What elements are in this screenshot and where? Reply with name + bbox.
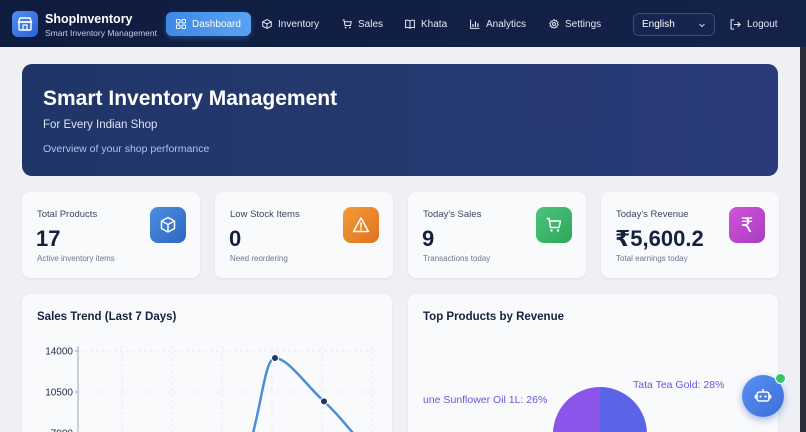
gear-icon	[549, 19, 559, 29]
brand-subtitle: Smart Inventory Management	[45, 28, 157, 38]
sales-trend-chart: 14000 10500 7000	[45, 346, 377, 432]
sales-trend-line	[252, 356, 354, 432]
top-navbar: ShopInventory Smart Inventory Management…	[0, 0, 806, 47]
stat-card-todays-sales: Today's Sales 9 Transactions today	[408, 192, 586, 278]
nav-label: Sales	[358, 18, 384, 30]
box-icon	[262, 19, 272, 29]
y-tick-label: 10500	[45, 388, 73, 399]
hero-subtitle: For Every Indian Shop	[43, 119, 158, 131]
stat-sub: Transactions today	[423, 254, 491, 263]
stat-sub: Active inventory items	[37, 254, 115, 263]
book-icon	[405, 19, 415, 29]
app-frame: ShopInventory Smart Inventory Management…	[0, 0, 806, 432]
stat-card-low-stock: Low Stock Items 0 Need reordering	[215, 192, 393, 278]
top-products-pie-chart: Tata Tea Gold: 28% une Sunflower Oil 1L: …	[423, 379, 724, 432]
warning-icon	[343, 207, 379, 243]
nav-label: Dashboard	[192, 18, 241, 30]
nav-label: Settings	[565, 18, 602, 30]
y-tick-label: 7000	[51, 429, 74, 432]
window-edge	[800, 47, 806, 432]
cart-icon	[342, 19, 352, 29]
rupee-icon: ₹	[729, 207, 765, 243]
nav-label: Inventory	[278, 18, 320, 30]
stat-value: 17	[36, 226, 61, 251]
stat-label: Today's Revenue	[616, 209, 689, 220]
sales-trend-panel: Sales Trend (Last 7 Days) 14000105007000	[22, 294, 392, 432]
top-products-panel: Top Products by Revenue Tata Tea Gold: 2…	[408, 294, 778, 432]
nav-item-settings[interactable]: Settings	[539, 12, 611, 36]
language-value: English	[642, 19, 675, 30]
stat-card-todays-revenue: Today's Revenue ₹5,600.2 Total earnings …	[601, 192, 779, 278]
hero-title: Smart Inventory Management	[43, 87, 338, 110]
stat-sub: Need reordering	[230, 254, 288, 263]
stat-sub: Total earnings today	[616, 254, 688, 263]
pie-slice	[553, 387, 600, 432]
chevron-down-icon	[699, 23, 705, 27]
hero-description: Overview of your shop performance	[43, 143, 210, 155]
stat-card-total-products: Total Products 17 Active inventory items	[22, 192, 200, 278]
logout-label: Logout	[747, 18, 778, 30]
hero-banner: Smart Inventory Management For Every Ind…	[22, 64, 778, 176]
stat-value: 9	[422, 226, 435, 251]
brand-name: ShopInventory	[45, 12, 133, 26]
stat-value: ₹5,600.2	[615, 226, 704, 251]
language-select[interactable]: English	[633, 13, 715, 36]
nav-label: Khata	[421, 18, 448, 30]
pie-slice	[600, 387, 647, 432]
store-icon[interactable]	[12, 11, 38, 37]
pie-label: une Sunflower Oil 1L: 26%	[423, 394, 547, 406]
grid-icon	[176, 19, 186, 29]
nav-item-dashboard[interactable]: Dashboard	[166, 12, 251, 36]
nav-item-khata[interactable]: Khata	[395, 12, 457, 36]
nav-item-inventory[interactable]: Inventory	[252, 12, 329, 36]
stat-label: Low Stock Items	[230, 209, 300, 220]
cube-icon	[150, 207, 186, 243]
cart-icon	[536, 207, 572, 243]
nav-label: Analytics	[486, 18, 527, 30]
online-status-badge	[775, 373, 786, 384]
logout-button[interactable]: Logout	[730, 12, 778, 36]
logout-icon	[730, 18, 741, 30]
pie-label: Tata Tea Gold: 28%	[633, 379, 724, 391]
data-point	[271, 354, 279, 363]
stat-label: Today's Sales	[423, 209, 482, 220]
stat-value: 0	[229, 226, 242, 251]
dashboard-content: Smart Inventory Management For Every Ind…	[0, 47, 800, 432]
stat-label: Total Products	[37, 209, 98, 220]
data-point	[320, 397, 328, 406]
nav-item-sales[interactable]: Sales	[332, 12, 393, 36]
bar-chart-icon	[470, 19, 480, 29]
robot-icon	[754, 389, 772, 402]
nav-item-analytics[interactable]: Analytics	[460, 12, 536, 36]
y-tick-label: 14000	[45, 347, 73, 358]
